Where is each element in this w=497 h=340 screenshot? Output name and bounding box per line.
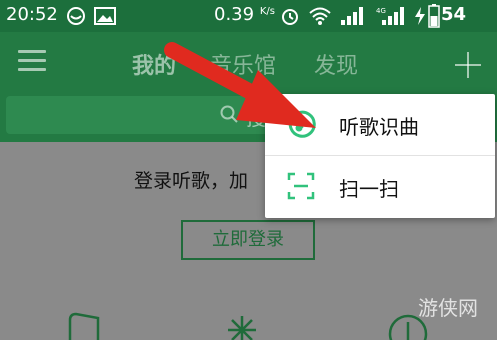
watermark: 游侠网: [418, 292, 478, 321]
watermark-text: 游侠网: [418, 296, 478, 320]
red-arrow-annotation: [164, 42, 316, 128]
